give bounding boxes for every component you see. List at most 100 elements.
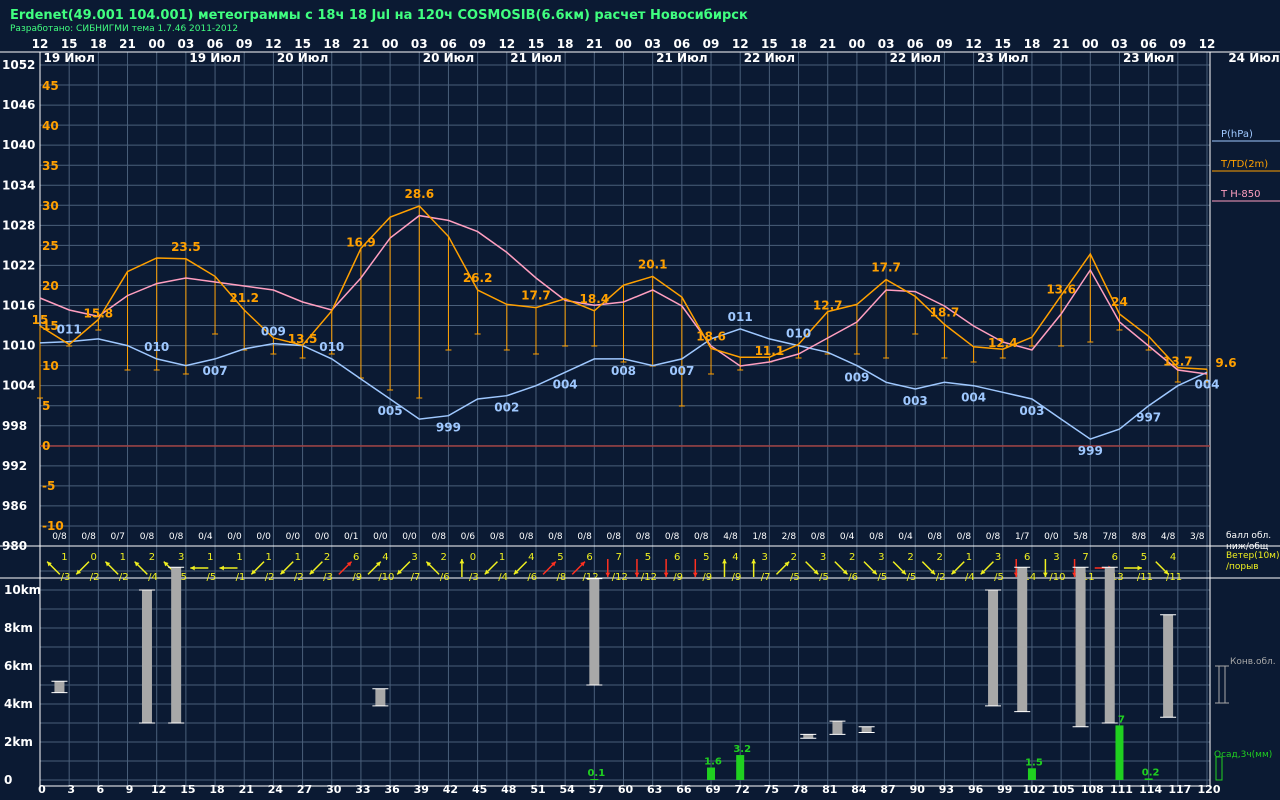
pressure-label: 009 [844, 371, 869, 385]
cloud-amount-label: 5/8 [1073, 532, 1088, 542]
temperature-tick: 10 [42, 359, 59, 373]
bottom-hour-label: 51 [530, 783, 545, 796]
top-hour-label: 12 [1199, 37, 1216, 51]
top-hour-label: 09 [936, 37, 953, 51]
conv-cloud-bar [1104, 567, 1115, 723]
bottom-hour-label: 15 [180, 783, 195, 796]
temperature-tick: 0 [42, 439, 50, 453]
cloud-amount-label: 0/4 [898, 532, 913, 542]
wind-arrow-head [663, 572, 669, 577]
top-hour-label: 12 [265, 37, 282, 51]
pressure-label: 003 [903, 394, 928, 408]
temperature-label: 15.8 [84, 307, 114, 321]
wind-speed-label: 1 [499, 552, 505, 563]
cloud-amount-label: 0/8 [140, 532, 155, 542]
temperature-tick: 40 [42, 119, 59, 133]
cloud-amount-label: 0/6 [461, 532, 476, 542]
pressure-label: 009 [261, 325, 286, 339]
temperature-label: 18.4 [580, 292, 610, 306]
wind-gust-label: /3 [323, 572, 333, 583]
convective-precip-panel: 0.1 1.6 3.2 1.5 7 0.2 [51, 566, 1177, 780]
legend-pressure: P(hPa) [1221, 129, 1253, 140]
precip-label: 7 [1118, 714, 1125, 725]
date-label: 21 Июл [510, 51, 561, 65]
wind-speed-label: 2 [791, 552, 797, 563]
conv-cloud-bar [803, 734, 814, 739]
pressure-tick: 1040 [2, 138, 35, 152]
conv-cloud-bar [171, 567, 182, 723]
legend-conv-cloud-symbol [1215, 665, 1229, 704]
wind-gust-label: /4 [965, 572, 975, 583]
pressure-label: 004 [961, 391, 986, 405]
conv-cloud-bar [589, 578, 600, 685]
top-hour-label: 12 [965, 37, 982, 51]
conv-cloud-bar [141, 590, 152, 723]
cloud-amount-label: 0/8 [665, 532, 680, 542]
top-hour-label: 21 [353, 37, 370, 51]
cloud-amount-label: 0/8 [548, 532, 563, 542]
km-tick: 10km [4, 583, 41, 597]
wind-gust-label: /3 [469, 572, 479, 583]
precip-bar [736, 755, 745, 780]
bottom-hour-label: 6 [97, 783, 105, 796]
bottom-hour-label: 111 [1110, 783, 1133, 796]
top-hour-label: 09 [469, 37, 486, 51]
bottom-hour-label: 3 [67, 783, 75, 796]
wind-speed-label: 5 [557, 552, 563, 563]
bottom-hour-label: 57 [589, 783, 604, 796]
wind-speed-label: 6 [353, 552, 359, 563]
wind-speed-label: 4 [1170, 552, 1176, 563]
pressure-label: 004 [553, 377, 578, 391]
legend-t850: T H-850 [1220, 189, 1261, 200]
wind-gust-label: /5 [819, 572, 829, 583]
pressure-tick: 1010 [2, 339, 35, 353]
cloud-amount-label: 0/8 [431, 532, 446, 542]
cloud-amount-label: 0/0 [227, 532, 242, 542]
bottom-hour-label: 12 [151, 783, 166, 796]
wind-speed-label: 3 [995, 552, 1001, 563]
temperature-label: 15 [32, 313, 49, 327]
wind-speed-label: 2 [324, 552, 330, 563]
legend-temperature: T/TD(2m) [1220, 159, 1268, 170]
cloud-amount-label: 4/8 [1161, 532, 1176, 542]
temperature-tick: 25 [42, 239, 59, 253]
wind-speed-label: 4 [528, 552, 534, 563]
cloud-amount-label: 1/8 [752, 532, 767, 542]
pressure-label: 007 [203, 364, 228, 378]
wind-speed-label: 6 [1024, 552, 1030, 563]
bottom-hour-label: 42 [443, 783, 458, 796]
top-hour-label: 06 [440, 37, 457, 51]
precip-bar [590, 779, 599, 780]
conv-cloud-bar [375, 688, 386, 706]
cloud-amount-label: 0/0 [256, 532, 271, 542]
temperature-label: 16.9 [346, 235, 376, 249]
temperature-label: 13.6 [1046, 283, 1076, 297]
cloud-amount-label: 2/8 [782, 532, 797, 542]
conv-cloud-bar [1075, 567, 1086, 727]
cloud-amount-label: 0/8 [957, 532, 972, 542]
cloud-amount-label: 0/8 [811, 532, 826, 542]
wind-speed-label: 3 [820, 552, 826, 563]
wind-gust-label: /7 [761, 572, 771, 583]
conv-cloud-bar [54, 681, 65, 693]
temperature-label: 24 [1111, 295, 1128, 309]
wind-gust-label: /6 [440, 572, 450, 583]
wind-gust-label: /5 [907, 572, 917, 583]
wind-speed-label: 0 [90, 552, 96, 563]
cloud-amount-label: 0/8 [169, 532, 184, 542]
wind-speed-label: 4 [382, 552, 388, 563]
cloud-amount-label: 0/0 [373, 532, 388, 542]
legend-wind: Ветер(10м)/порыв [1226, 551, 1279, 572]
bottom-hour-label: 93 [939, 783, 954, 796]
bottom-hour-label: 105 [1052, 783, 1075, 796]
precip-bar [707, 767, 716, 780]
precip-label: 1.6 [704, 757, 722, 768]
conv-cloud-bar [1017, 567, 1028, 712]
wind-speed-label: 5 [703, 552, 709, 563]
pressure-label: 003 [1019, 404, 1044, 418]
temperature-label: 12.7 [813, 299, 843, 313]
cloud-amount-label: 0/8 [52, 532, 67, 542]
top-hour-label: 09 [703, 37, 720, 51]
wind-speed-label: 2 [849, 552, 855, 563]
pressure-tick: 1046 [2, 98, 35, 112]
